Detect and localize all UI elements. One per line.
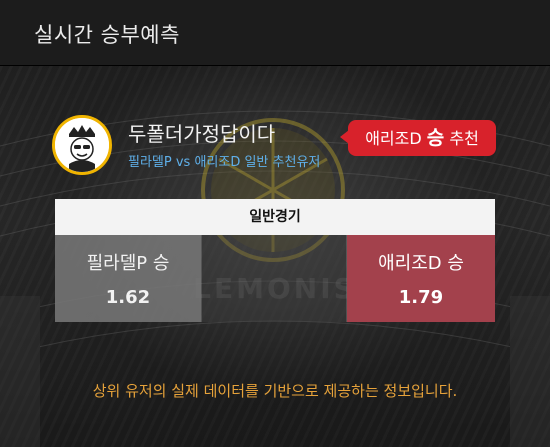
- away-win-label: 애리조D 승: [378, 253, 464, 274]
- draw-pick-empty: [201, 235, 347, 322]
- badge-team: 애리조D: [365, 129, 422, 148]
- badge-result: 승: [426, 127, 445, 149]
- badge-suffix: 추천: [449, 129, 479, 148]
- disclaimer-note: 상위 유저의 실제 데이터를 기반으로 제공하는 정보입니다.: [92, 382, 458, 400]
- match-recommend-subline: 필라델P vs 애리조D 일반 추천유저: [128, 155, 321, 170]
- page-title: 실시간 승부예측: [34, 23, 180, 47]
- away-win-odds: 1.79: [398, 287, 444, 308]
- username[interactable]: 두폴더가정답이다: [128, 118, 275, 147]
- away-win-pick[interactable]: 애리조D 승 1.79: [347, 235, 495, 322]
- recommendation-badge: 애리조D 승 추천: [340, 120, 496, 156]
- home-win-odds: 1.62: [105, 287, 151, 308]
- home-win-label: 필라델P 승: [86, 253, 170, 274]
- game-type-header: 일반경기: [55, 199, 495, 235]
- page-header: 실시간 승부예측: [0, 0, 550, 66]
- avatar[interactable]: [52, 115, 112, 175]
- home-win-pick[interactable]: 필라델P 승 1.62: [55, 235, 201, 322]
- crowned-face-icon: [55, 118, 109, 172]
